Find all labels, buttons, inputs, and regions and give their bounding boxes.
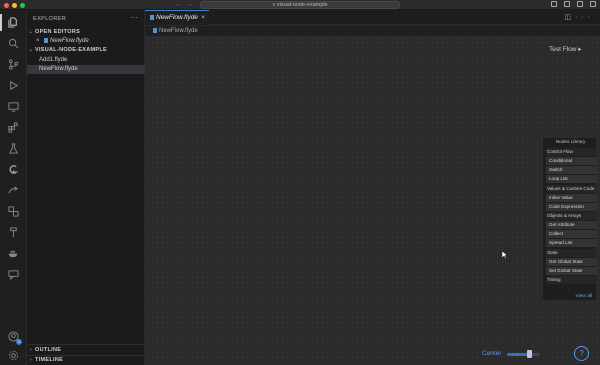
breadcrumb[interactable]: NewFlow.flyde: [145, 26, 600, 36]
library-node-item[interactable]: Inline Value: [546, 193, 597, 202]
timeline-section[interactable]: › TIMELINE: [27, 357, 145, 365]
nav-arrows[interactable]: ←→: [175, 1, 197, 8]
tab-newflow[interactable]: NewFlow.flyde ×: [145, 10, 209, 25]
explorer-sidebar: EXPLORER ··· ⌄ OPEN EDITORS × NewFlow.fly…: [27, 10, 145, 365]
library-category: Timing: [546, 276, 597, 284]
file-label: Add1.flyde: [39, 57, 68, 63]
comments-icon[interactable]: [7, 268, 20, 281]
account-icon[interactable]: 1: [7, 330, 22, 345]
zoom-slider-thumb[interactable]: [527, 350, 532, 358]
close-icon[interactable]: ×: [36, 37, 40, 46]
command-center[interactable]: ⌕ visual-node-example: [200, 1, 400, 9]
close-window-button[interactable]: [4, 3, 9, 8]
close-icon[interactable]: ×: [201, 11, 205, 24]
play-icon: ▸: [578, 46, 582, 53]
live-share-icon[interactable]: [7, 184, 20, 197]
timeline-label: TIMELINE: [35, 357, 64, 363]
library-node-item[interactable]: Set Global State: [546, 266, 597, 275]
explorer-title: EXPLORER: [33, 16, 67, 22]
mouse-cursor-icon: [502, 251, 508, 260]
layout-controls: [551, 1, 596, 7]
docker-icon[interactable]: [7, 247, 20, 260]
library-category: State: [546, 248, 597, 257]
project-section[interactable]: ⌄ VISUAL-NODE-EXAMPLE: [27, 47, 145, 56]
library-node-item[interactable]: Get Global State: [546, 257, 597, 266]
open-editors-label: OPEN EDITORS: [35, 29, 81, 35]
file-label: NewFlow.flyde: [39, 66, 78, 72]
library-node-item[interactable]: Get Attribute: [546, 221, 597, 229]
file-item-newflow[interactable]: NewFlow.flyde: [27, 65, 145, 74]
divider: [27, 355, 145, 356]
flow-editor-canvas[interactable]: NewFlow.flyde × ◫··· NewFlow.flyde Test …: [145, 10, 600, 365]
file-icon: [153, 27, 157, 33]
library-node-item[interactable]: Conditional: [546, 157, 597, 165]
title-bar: ←→ ⌕ visual-node-example: [0, 0, 600, 10]
open-editor-label: NewFlow.flyde: [50, 38, 89, 44]
testing-icon[interactable]: [7, 142, 20, 155]
help-button[interactable]: ?: [574, 346, 589, 361]
library-category: Objects & Arrays: [546, 212, 597, 220]
test-flow-button[interactable]: Test Flow ▸: [549, 44, 582, 56]
split-editor-icon[interactable]: ◫: [564, 14, 575, 21]
chevron-down-icon: ⌄: [28, 29, 34, 35]
settings-gear-icon[interactable]: [7, 349, 20, 362]
account-badge: 1: [16, 339, 22, 345]
toggle-panel-icon[interactable]: [564, 1, 570, 7]
library-category: Control Flow: [546, 148, 597, 156]
more-actions-icon[interactable]: ···: [130, 13, 138, 22]
docker-containers-icon[interactable]: [7, 205, 20, 218]
chevron-right-icon: ›: [29, 357, 33, 363]
library-node-item[interactable]: Code Expression: [546, 202, 597, 211]
files-icon[interactable]: [0, 14, 20, 31]
file-icon: [150, 14, 154, 20]
library-node-item[interactable]: Spread List: [546, 239, 597, 247]
library-node-item[interactable]: Collect: [546, 230, 597, 238]
file-icon: [44, 37, 48, 43]
gitlens-icon[interactable]: [7, 163, 20, 176]
extensions-icon[interactable]: [7, 121, 20, 134]
library-node-item[interactable]: Switch: [546, 166, 597, 174]
maximize-window-button[interactable]: [20, 3, 25, 8]
center-button[interactable]: Center: [482, 350, 502, 357]
view-all-link[interactable]: View all: [576, 294, 592, 299]
nodes-library-title: Nodes Library: [555, 140, 586, 145]
project-label: VISUAL-NODE-EXAMPLE: [35, 47, 108, 53]
source-control-icon[interactable]: [7, 58, 20, 71]
test-flow-label: Test Flow: [549, 46, 577, 53]
minimize-window-button[interactable]: [12, 3, 17, 8]
more-actions-icon[interactable]: ···: [575, 14, 594, 21]
outline-label: OUTLINE: [35, 347, 62, 353]
command-center-label: visual-node-example: [276, 2, 328, 8]
tab-label: NewFlow.flyde: [156, 14, 198, 21]
toggle-sidebar-icon[interactable]: [551, 1, 557, 7]
toggle-secondary-sidebar-icon[interactable]: [577, 1, 583, 7]
remote-explorer-icon[interactable]: [7, 100, 20, 113]
run-debug-icon[interactable]: [7, 79, 20, 92]
customize-layout-icon[interactable]: [590, 1, 596, 7]
chevron-right-icon: ›: [29, 347, 33, 353]
open-editor-item[interactable]: × NewFlow.flyde: [27, 37, 145, 46]
chevron-down-icon: ⌄: [28, 47, 34, 53]
editor-actions: ◫···: [564, 13, 594, 21]
divider: [27, 344, 145, 345]
search-icon[interactable]: [7, 37, 20, 50]
library-category: Values & Custom Code: [546, 184, 597, 193]
library-node-item[interactable]: Loop List: [546, 175, 597, 183]
nodes-library-panel: Nodes Library View all Control Flow Condi…: [542, 137, 597, 301]
flow-icon[interactable]: [7, 226, 20, 239]
activity-bar: 1: [0, 10, 27, 365]
file-item-add1[interactable]: Add1.flyde: [27, 56, 145, 65]
breadcrumb-label: NewFlow.flyde: [159, 28, 198, 34]
editor-tabs: NewFlow.flyde × ◫···: [145, 10, 600, 25]
zoom-slider-rest: [532, 353, 540, 356]
